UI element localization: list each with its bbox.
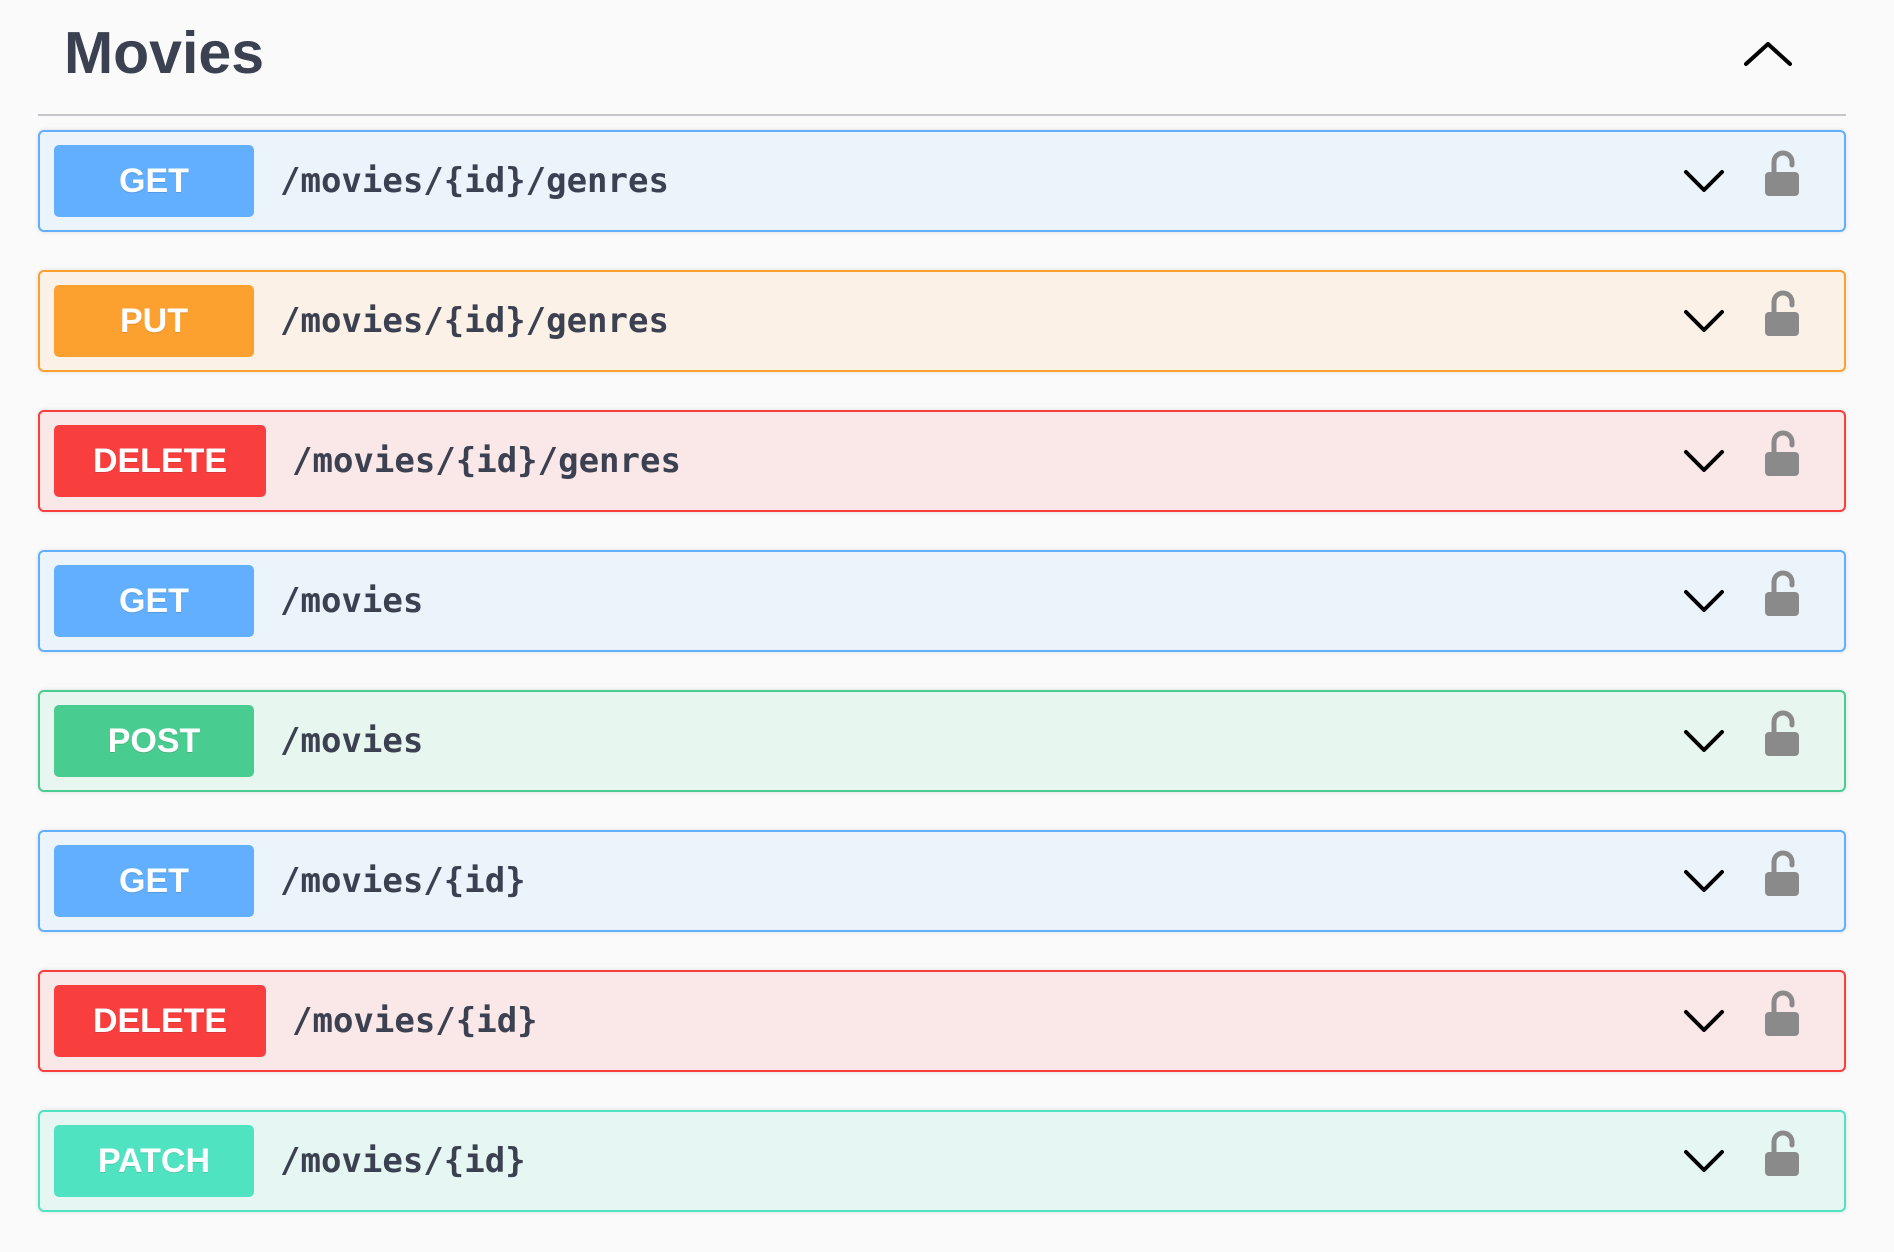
- chevron-down-icon[interactable]: [1680, 160, 1728, 204]
- method-badge: GET: [54, 565, 254, 637]
- method-badge: PATCH: [54, 1125, 254, 1197]
- unlocked-padlock-icon[interactable]: [1762, 150, 1802, 198]
- chevron-down-icon[interactable]: [1680, 1140, 1728, 1184]
- unlocked-padlock-icon[interactable]: [1762, 990, 1802, 1038]
- unlocked-padlock-icon[interactable]: [1762, 710, 1802, 758]
- unlocked-padlock-icon[interactable]: [1762, 290, 1802, 338]
- method-badge: PUT: [54, 285, 254, 357]
- method-badge: DELETE: [54, 425, 266, 497]
- endpoint-path: /movies/{id}/genres: [292, 441, 681, 481]
- chevron-down-icon[interactable]: [1680, 1000, 1728, 1044]
- unlocked-padlock-icon[interactable]: [1762, 1130, 1802, 1178]
- method-badge: GET: [54, 845, 254, 917]
- endpoint-path: /movies/{id}: [292, 1001, 538, 1041]
- endpoint-path: /movies: [280, 581, 424, 621]
- operation-get-movies-id[interactable]: GET /movies/{id}: [38, 830, 1846, 932]
- chevron-down-icon[interactable]: [1680, 720, 1728, 764]
- endpoint-path: /movies: [280, 721, 424, 761]
- endpoint-path: /movies/{id}/genres: [280, 161, 669, 201]
- operation-delete-movies-id[interactable]: DELETE /movies/{id}: [38, 970, 1846, 1072]
- operations-list: GET /movies/{id}/genres PUT /movies/{id}…: [38, 130, 1846, 1250]
- method-badge: DELETE: [54, 985, 266, 1057]
- endpoint-path: /movies/{id}: [280, 1141, 526, 1181]
- endpoint-path: /movies/{id}: [280, 861, 526, 901]
- chevron-up-icon[interactable]: [1728, 22, 1808, 82]
- unlocked-padlock-icon[interactable]: [1762, 850, 1802, 898]
- operation-patch-movies-id[interactable]: PATCH /movies/{id}: [38, 1110, 1846, 1212]
- api-section-movies: Movies GET /movies/{id}/genres PUT /movi…: [0, 0, 1894, 1252]
- operation-put-movies-id-genres[interactable]: PUT /movies/{id}/genres: [38, 270, 1846, 372]
- operation-get-movies-id-genres[interactable]: GET /movies/{id}/genres: [38, 130, 1846, 232]
- unlocked-padlock-icon[interactable]: [1762, 570, 1802, 618]
- operation-post-movies[interactable]: POST /movies: [38, 690, 1846, 792]
- unlocked-padlock-icon[interactable]: [1762, 430, 1802, 478]
- endpoint-path: /movies/{id}/genres: [280, 301, 669, 341]
- method-badge: POST: [54, 705, 254, 777]
- section-header[interactable]: Movies: [38, 0, 1846, 116]
- operation-get-movies[interactable]: GET /movies: [38, 550, 1846, 652]
- operation-delete-movies-id-genres[interactable]: DELETE /movies/{id}/genres: [38, 410, 1846, 512]
- chevron-down-icon[interactable]: [1680, 440, 1728, 484]
- chevron-down-icon[interactable]: [1680, 860, 1728, 904]
- chevron-down-icon[interactable]: [1680, 300, 1728, 344]
- chevron-down-icon[interactable]: [1680, 580, 1728, 624]
- method-badge: GET: [54, 145, 254, 217]
- section-title: Movies: [64, 20, 265, 86]
